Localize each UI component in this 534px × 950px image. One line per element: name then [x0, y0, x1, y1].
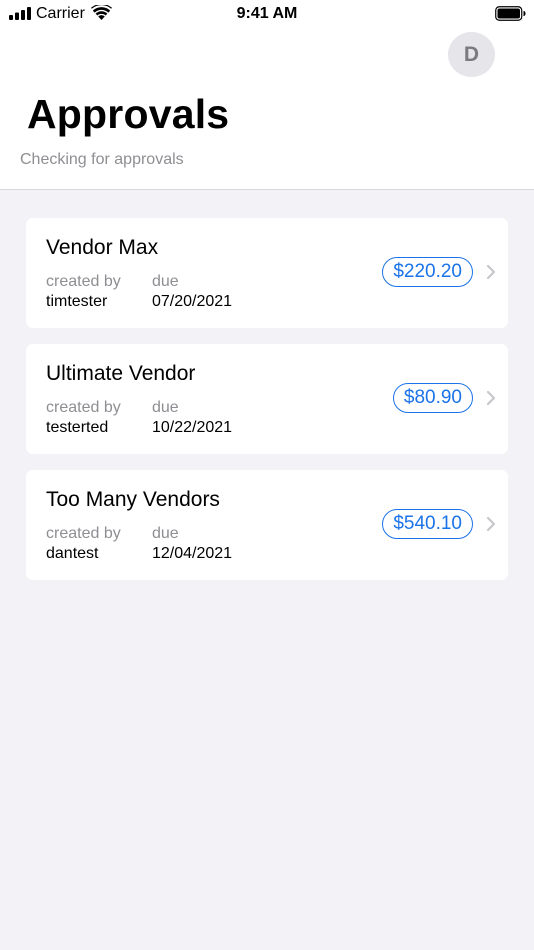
- due-date-value: 12/04/2021: [152, 545, 233, 562]
- approval-card[interactable]: Too Many Vendors created by due dantest …: [26, 470, 508, 580]
- vendor-name: Ultimate Vendor: [46, 362, 196, 385]
- status-bar: Carrier 9:41 AM: [0, 0, 534, 28]
- amount-badge: $220.20: [382, 257, 473, 287]
- chevron-right-icon: [486, 516, 496, 532]
- page-title: Approvals: [27, 91, 230, 137]
- created-by-label: created by: [46, 525, 121, 542]
- chevron-right-icon: [486, 390, 496, 406]
- status-time: 9:41 AM: [236, 5, 298, 22]
- vendor-name: Too Many Vendors: [46, 488, 220, 511]
- created-by-label: created by: [46, 399, 121, 416]
- due-date-value: 07/20/2021: [152, 293, 233, 310]
- approvals-screen: Carrier 9:41 AM D Approvals Checking for…: [0, 0, 534, 950]
- created-by-label: created by: [46, 273, 121, 290]
- due-label: due: [152, 399, 179, 416]
- amount-badge: $80.90: [392, 383, 473, 413]
- due-date-value: 10/22/2021: [152, 419, 233, 436]
- vendor-name: Vendor Max: [46, 236, 159, 259]
- user-avatar[interactable]: D: [448, 32, 495, 77]
- header: Carrier 9:41 AM D Approvals Checking for…: [0, 0, 534, 190]
- page-subtitle: Checking for approvals: [20, 151, 184, 168]
- due-label: due: [152, 273, 179, 290]
- due-label: due: [152, 525, 179, 542]
- amount-badge: $540.10: [382, 509, 473, 539]
- created-by-value: timtester: [46, 293, 108, 310]
- created-by-value: dantest: [46, 545, 99, 562]
- battery-icon: [495, 6, 526, 21]
- approval-card[interactable]: Ultimate Vendor created by due testerted…: [26, 344, 508, 454]
- created-by-value: testerted: [46, 419, 109, 436]
- chevron-right-icon: [486, 264, 496, 280]
- approval-card[interactable]: Vendor Max created by due timtester 07/2…: [26, 218, 508, 328]
